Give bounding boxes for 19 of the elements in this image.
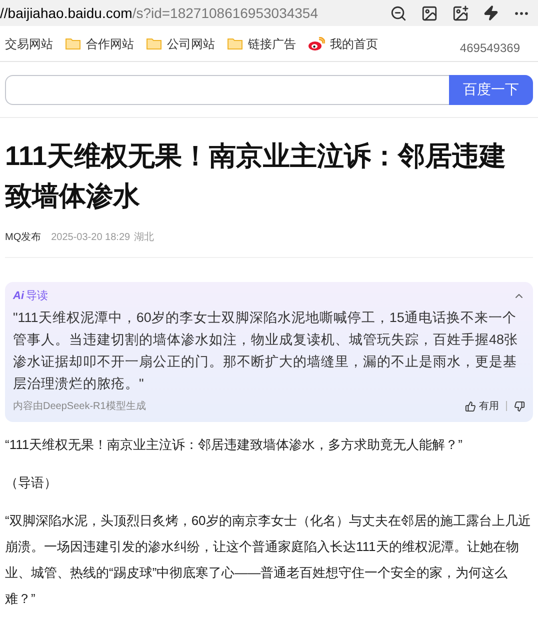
location-text: 湖北	[134, 230, 154, 245]
ai-summary-label: Ai 导读	[13, 289, 48, 304]
article-paragraph: “双脚深陷水泥，头顶烈日炙烤，60岁的南京李女士（化名）与丈夫在邻居的施工露台上几近崩溃。一场因违建引发的渗水纠纷，让这个普通家庭陷入长达111天的维权泥潭。让她在物业、城管、热线的“踢皮球”中彻底寒了心——普通老百姓想守住一个安全的家，为何这么难？”	[5, 512, 532, 608]
publish-date: 2025-03-20 18:29	[51, 231, 130, 245]
bookmark-item[interactable]: 合作网站	[65, 34, 134, 52]
useful-button[interactable]: 有用	[465, 398, 499, 414]
ai-summary-text: "111天维权泥潭中，60岁的李女士双脚深陷水泥地嘶喊停工，15通电话换不来一个管事人。当违建切割的墙体渗水如注，物业成复读机、城管玩失踪，百姓手握48张渗水证据却叩不开一扇公正的门。那不断扩大的墙缝里，漏的不止是雨水，更是基层治理溃烂的脓疮。"	[13, 308, 520, 392]
url-text[interactable]: //baijiahao.baidu.com/s?id=1827108616953034354	[0, 2, 318, 24]
article-paragraph: “111天维权无果！南京业主泣诉：邻居违建致墙体渗水，多方求助竟无人能解？”	[5, 436, 464, 454]
counter-text: 469549369	[460, 40, 520, 56]
author-name[interactable]: MQ发布	[5, 230, 42, 245]
article-paragraph: （导语）	[5, 474, 58, 492]
search-button[interactable]: 百度一下	[449, 74, 533, 104]
bookmark-item[interactable]: 链接广告	[227, 34, 296, 52]
bookmark-item[interactable]: 我的首页	[308, 34, 378, 52]
source-note: 内容由DeepSeek-R1模型生成	[13, 400, 146, 414]
bookmark-item[interactable]: 交易网站	[5, 34, 53, 52]
article-title: 111天维权无果！南京业主泣诉：邻居违建致墙体渗水	[5, 140, 508, 213]
bookmark-item[interactable]: 公司网站	[146, 34, 215, 52]
